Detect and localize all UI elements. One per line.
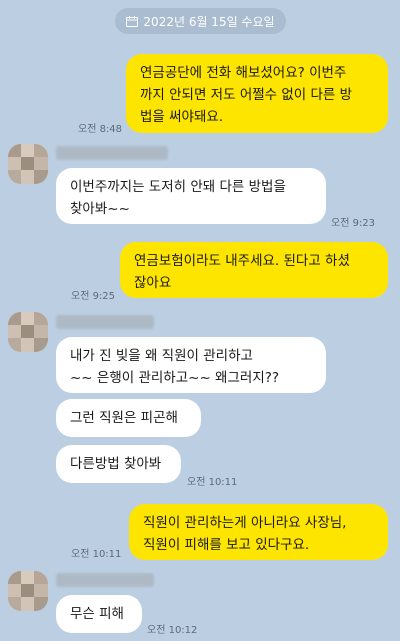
my-message-bubble[interactable]: 연금보험이라도 내주세요. 된다고 하셨 잖아요 [120,242,388,298]
their-message-bubble[interactable]: 이번주까지는 도저히 안돼 다른 방법을 찾아봐~~ [56,168,326,224]
message-time: 오전 10:11 [71,549,122,560]
their-message-bubble[interactable]: 다른방법 찾아봐 [56,445,181,483]
avatar[interactable] [8,144,48,184]
sender-name-blurred [56,146,168,160]
calendar-icon [126,15,139,27]
message-time: 오전 8:48 [78,124,123,135]
sender-name-blurred [56,573,154,587]
message-time: 오전 10:12 [147,625,198,636]
message-time: 오전 10:11 [187,477,238,488]
my-message-bubble[interactable]: 직원이 관리하는게 아니라요 사장님, 직원이 피해를 보고 있다구요. [129,504,388,560]
date-text: 2022년 6월 15일 수요일 [143,14,275,29]
my-message-bubble[interactable]: 연금공단에 전화 해보셨어요? 이번주 까지 안되면 저도 어쩔수 없이 다른 … [126,54,388,133]
message-time: 오전 9:23 [331,218,376,229]
message-time: 오전 9:25 [71,291,116,302]
avatar[interactable] [8,312,48,352]
avatar[interactable] [8,571,48,611]
their-message-bubble[interactable]: 내가 진 빚을 왜 직원이 관리하고 ~~ 은행이 관리하고~~ 왜그러지?? [56,337,326,393]
their-message-bubble[interactable]: 무슨 피해 [56,595,142,633]
sender-name-blurred [56,315,154,329]
their-message-bubble[interactable]: 그런 직원은 피곤해 [56,399,201,437]
date-divider: 2022년 6월 15일 수요일 [115,8,286,34]
